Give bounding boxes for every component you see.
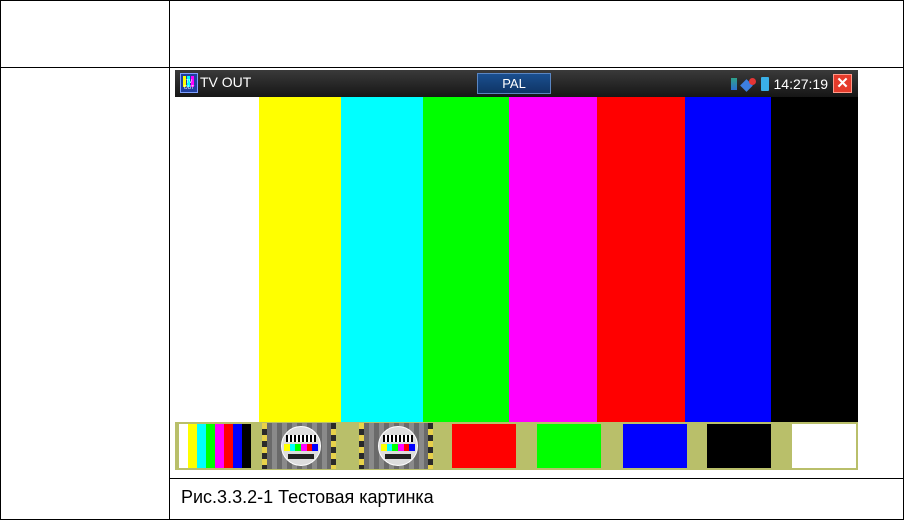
thumbnail-solid-color[interactable] [707, 424, 771, 468]
network-icon [739, 77, 756, 92]
color-bar [341, 97, 423, 422]
pattern-thumbnail-strip [175, 422, 858, 470]
color-bar [259, 97, 341, 422]
table-border-top [0, 0, 904, 1]
thumbnail-solid-color[interactable] [623, 424, 687, 468]
tv-out-app-icon[interactable]: TV OUT [180, 73, 198, 93]
table-border-left [0, 0, 1, 520]
table-column-divider [169, 0, 170, 520]
color-bar [771, 97, 858, 422]
device-screen: TV OUT TV OUT PAL 14:27:19 ✕ [175, 70, 858, 470]
thumbnail-solid-color[interactable] [792, 424, 856, 468]
status-area: 14:27:19 ✕ [730, 73, 852, 94]
thumbnail-solid-color[interactable] [537, 424, 601, 468]
color-bar [597, 97, 685, 422]
close-button[interactable]: ✕ [833, 74, 852, 93]
color-bar [175, 97, 259, 422]
sd-card-icon [730, 77, 737, 90]
app-icon-caption: TV OUT [183, 79, 195, 91]
color-bar-pattern [175, 97, 858, 422]
table-row-divider [0, 67, 904, 68]
clock: 14:27:19 [773, 75, 829, 92]
battery-icon [760, 76, 769, 91]
thumbnail-test-card[interactable] [359, 423, 433, 469]
figure-caption: Рис.3.3.2-1 Тестовая картинка [181, 487, 434, 507]
video-mode-button[interactable]: PAL [477, 73, 551, 94]
thumbnail-color-bars[interactable] [179, 424, 251, 468]
thumbnail-solid-color[interactable] [452, 424, 516, 468]
caption-row-divider [169, 478, 904, 479]
color-bar [685, 97, 771, 422]
color-bar [509, 97, 597, 422]
title-bar: TV OUT TV OUT PAL 14:27:19 ✕ [175, 70, 858, 97]
thumbnail-test-card[interactable] [262, 423, 336, 469]
color-bar [423, 97, 509, 422]
app-title: TV OUT [200, 74, 252, 90]
